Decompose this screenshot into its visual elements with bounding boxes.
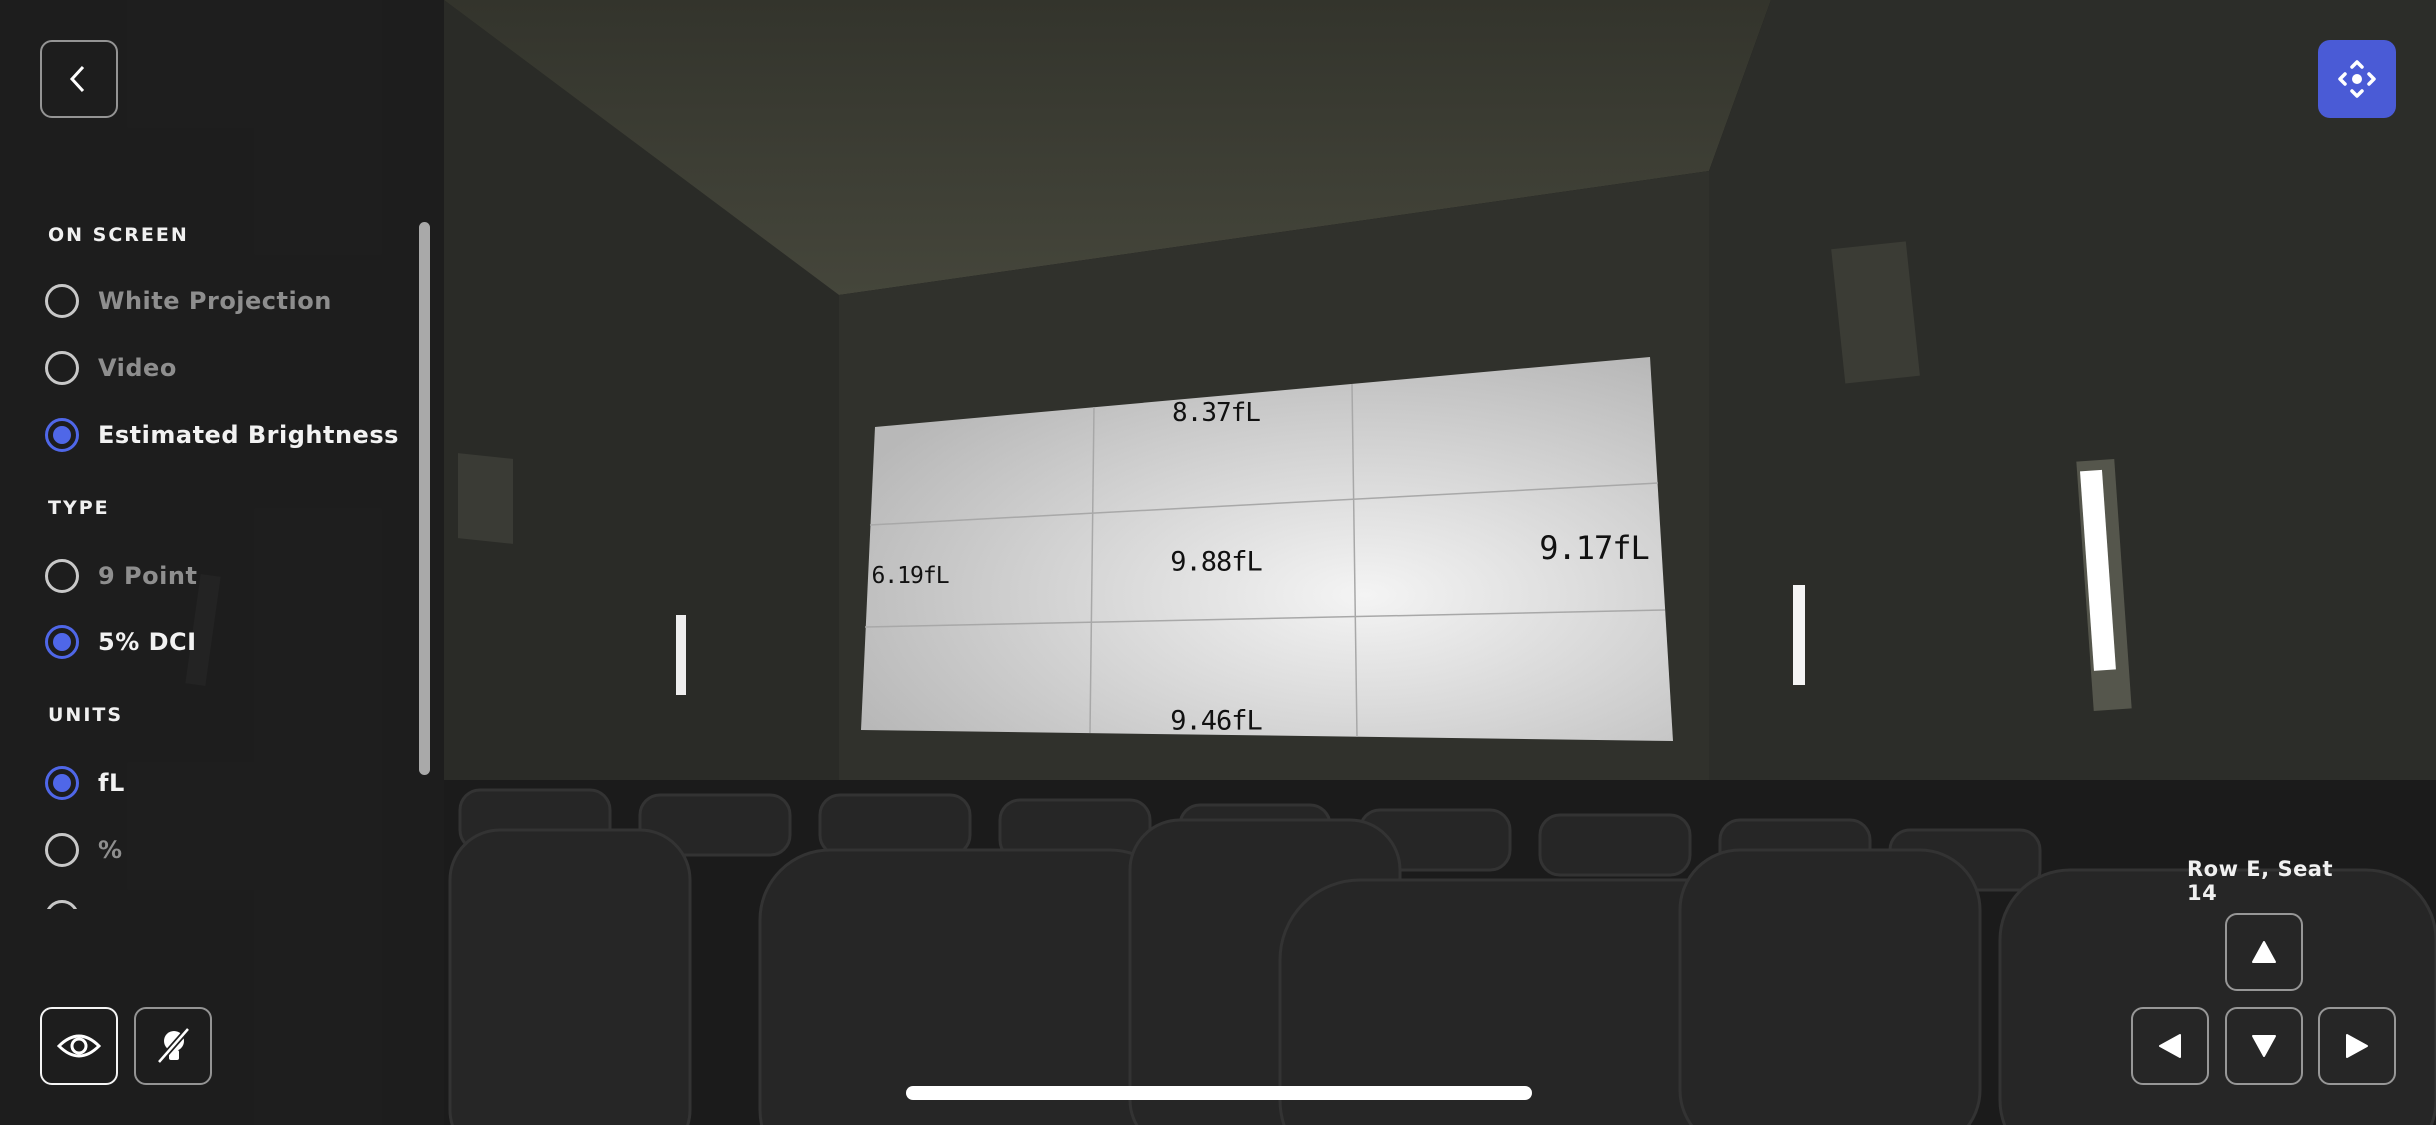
section-title-on-screen: ON SCREEN: [48, 224, 189, 246]
option-video[interactable]: Video: [45, 348, 177, 388]
scrollbar[interactable]: [419, 222, 430, 775]
triangle-right-icon: [2346, 1034, 2368, 1058]
radio-button-selected[interactable]: [45, 766, 79, 800]
option-white-projection[interactable]: White Projection: [45, 281, 332, 321]
move-mode-button[interactable]: [2318, 40, 2396, 118]
settings-panel: ON SCREEN White Projection Video Estimat…: [0, 0, 444, 1125]
move-arrows-icon: [2338, 60, 2376, 98]
radio-button-selected[interactable]: [45, 418, 79, 452]
radio-button-selected[interactable]: [45, 625, 79, 659]
lights-toggle-button[interactable]: [134, 1007, 212, 1085]
option-percent[interactable]: %: [45, 830, 123, 870]
triangle-left-icon: [2159, 1034, 2181, 1058]
chevron-left-icon: [69, 65, 85, 93]
triangle-up-icon: [2252, 941, 2276, 963]
triangle-down-icon: [2252, 1035, 2276, 1057]
option-9-point[interactable]: 9 Point: [45, 556, 197, 596]
radio-button[interactable]: [45, 351, 79, 385]
reading-bottom: 9.46fL: [1170, 705, 1263, 737]
reading-top: 8.37fL: [1172, 398, 1261, 428]
radio-button[interactable]: [45, 284, 79, 318]
radio-button[interactable]: [45, 900, 79, 909]
options-list[interactable]: ON SCREEN White Projection Video Estimat…: [0, 200, 410, 909]
seat-location-label: Row E, Seat 14: [2187, 857, 2334, 905]
move-back-button[interactable]: [2225, 1007, 2303, 1085]
option-estimated-brightness[interactable]: Estimated Brightness: [45, 415, 399, 455]
wall-light: [676, 615, 686, 695]
lightbulb-off-icon: [156, 1027, 191, 1064]
radio-button[interactable]: [45, 559, 79, 593]
move-forward-button[interactable]: [2225, 913, 2303, 991]
option-5-percent-dci[interactable]: 5% DCI: [45, 622, 197, 662]
section-title-type: TYPE: [48, 497, 110, 519]
option-fl[interactable]: fL: [45, 763, 125, 803]
reading-right: 9.17fL: [1539, 529, 1650, 567]
move-left-button[interactable]: [2131, 1007, 2209, 1085]
reading-center: 9.88fL: [1170, 546, 1263, 578]
home-indicator[interactable]: [906, 1086, 1532, 1100]
left-speaker: [458, 453, 513, 544]
right-speaker: [1831, 241, 1920, 384]
reading-left: 6.19fL: [871, 563, 949, 589]
view-toggle-button[interactable]: [40, 1007, 118, 1085]
section-title-units: UNITS: [48, 704, 124, 726]
radio-button[interactable]: [45, 833, 79, 867]
eye-icon: [57, 1034, 101, 1058]
wall-light: [1793, 585, 1805, 685]
move-right-button[interactable]: [2318, 1007, 2396, 1085]
option-clipped[interactable]: [45, 897, 79, 909]
back-button[interactable]: [40, 40, 118, 118]
